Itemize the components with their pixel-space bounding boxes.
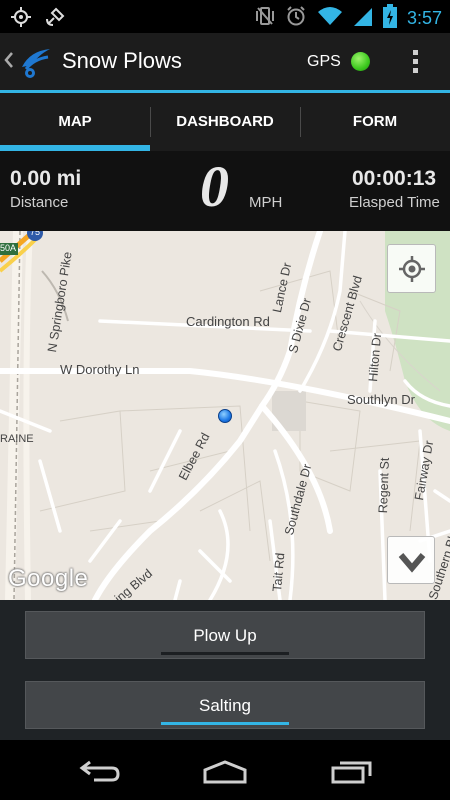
status-bar: 3:57 bbox=[0, 0, 450, 33]
street-label-southlyn: Southlyn Dr bbox=[347, 392, 415, 407]
tab-dashboard[interactable]: DASHBOARD bbox=[150, 93, 300, 151]
area-label-raine: RAINE bbox=[0, 433, 34, 445]
highway-shield-75: 75 bbox=[30, 231, 41, 237]
action-bar: Snow Plows GPS bbox=[0, 33, 450, 90]
salting-indicator bbox=[161, 722, 289, 725]
signal-icon bbox=[353, 5, 373, 32]
street-label-w-dorothy: W Dorothy Ln bbox=[60, 362, 140, 377]
overflow-menu-icon[interactable] bbox=[408, 47, 422, 77]
plow-up-button[interactable]: Plow Up bbox=[25, 611, 425, 659]
battery-charging-icon bbox=[382, 4, 397, 33]
speed-value: 0 bbox=[200, 154, 229, 219]
elapsed-time-value: 00:00:13 bbox=[352, 167, 437, 190]
navigation-bar bbox=[0, 740, 450, 800]
vibrate-icon bbox=[255, 5, 275, 32]
chevron-down-icon bbox=[398, 553, 426, 573]
home-icon[interactable] bbox=[201, 758, 249, 789]
chevron-left-icon[interactable] bbox=[4, 51, 14, 74]
crosshair-icon bbox=[399, 256, 425, 282]
salting-label: Salting bbox=[199, 696, 251, 715]
distance-label: Distance bbox=[10, 194, 69, 211]
recent-apps-icon[interactable] bbox=[330, 758, 374, 789]
clock-time: 3:57 bbox=[406, 8, 442, 28]
expand-button[interactable] bbox=[387, 536, 435, 584]
distance-value: 0.00 mi bbox=[10, 167, 82, 190]
highway-shield-50a: 50A bbox=[0, 243, 17, 253]
map-view[interactable]: N Springboro Pike Cardington Rd Lance Dr… bbox=[0, 231, 450, 600]
current-location-marker bbox=[218, 409, 232, 423]
app-title: Snow Plows bbox=[62, 48, 182, 73]
salting-button[interactable]: Salting bbox=[25, 681, 425, 729]
my-location-button[interactable] bbox=[387, 244, 436, 293]
street-label-cardington: Cardington Rd bbox=[186, 314, 270, 329]
google-attribution: Google bbox=[8, 565, 89, 592]
plow-up-label: Plow Up bbox=[193, 626, 257, 645]
street-label-regent: Regent St bbox=[376, 457, 392, 514]
speed-unit: MPH bbox=[249, 194, 283, 211]
control-panel: Plow Up Salting bbox=[0, 600, 450, 740]
satellite-icon bbox=[44, 6, 66, 33]
gps-status-indicator bbox=[351, 52, 370, 71]
elapsed-time-label: Elasped Time bbox=[349, 194, 440, 211]
gps-fix-icon bbox=[10, 6, 32, 33]
app-logo[interactable] bbox=[16, 43, 56, 88]
tab-bar: MAP DASHBOARD FORM bbox=[0, 93, 450, 151]
gps-label: GPS bbox=[307, 53, 341, 70]
alarm-icon bbox=[285, 5, 307, 32]
tab-form[interactable]: FORM bbox=[300, 93, 450, 151]
tab-map[interactable]: MAP bbox=[0, 93, 150, 151]
back-icon[interactable] bbox=[78, 758, 122, 789]
plow-indicator bbox=[161, 652, 289, 655]
stats-panel: 0.00 mi Distance 0 MPH 00:00:13 Elasped … bbox=[0, 151, 450, 231]
wifi-icon bbox=[317, 5, 343, 32]
